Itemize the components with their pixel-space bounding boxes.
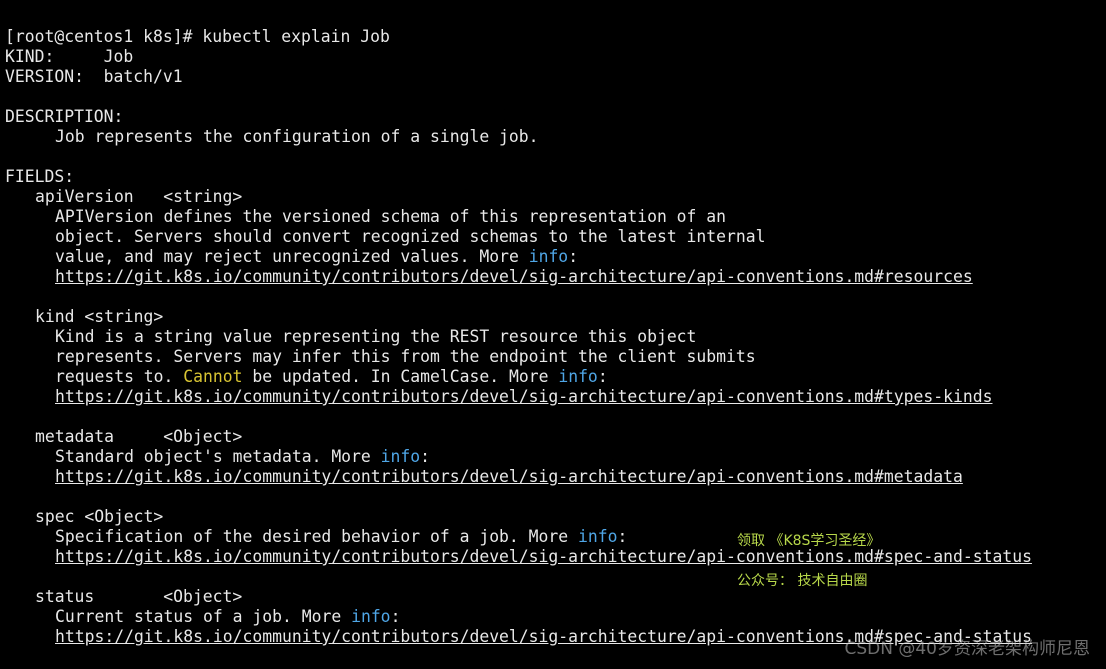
description-text: Job represents the configuration of a si… xyxy=(55,127,539,146)
info-keyword: info xyxy=(578,527,618,546)
field-apiversion-desc: object. Servers should convert recognize… xyxy=(55,227,766,246)
kind-line: KIND: Job xyxy=(5,47,134,66)
desc-text: Specification of the desired behavior of… xyxy=(55,527,519,546)
csdn-watermark: CSDN @40岁资深老架构师尼恩 xyxy=(844,639,1090,659)
promo-overlay-account: 公众号： 技术自由圈 xyxy=(737,573,868,589)
info-keyword: info xyxy=(380,447,421,466)
terminal-window[interactable]: [root@centos1 k8s]# kubectl explain Job … xyxy=(0,0,1106,669)
spec-and-status-link[interactable]: https://git.k8s.io/community/contributor… xyxy=(55,547,1032,566)
info-keyword: info xyxy=(528,247,569,266)
field-kind-desc: Kind is a string value representing the … xyxy=(55,327,697,346)
more-text: More xyxy=(508,367,549,386)
more-text: More xyxy=(479,247,519,266)
field-spec-header: spec <Object> xyxy=(35,507,164,526)
info-keyword: info xyxy=(351,607,391,626)
field-apiversion-header: apiVersion <string> xyxy=(35,187,243,206)
field-metadata-header: metadata <Object> xyxy=(35,427,243,446)
field-apiversion-desc: value, and may reject unrecognized value… xyxy=(55,247,579,266)
field-kind-url-line: https://git.k8s.io/community/contributor… xyxy=(0,387,1106,407)
promo-overlay-title: 领取 《K8S学习圣经》 xyxy=(737,533,881,549)
field-status-desc: Current status of a job. More info: xyxy=(55,607,401,626)
field-metadata-desc: Standard object's metadata. More info: xyxy=(55,447,431,466)
info-keyword: info xyxy=(558,367,598,386)
more-text: More xyxy=(331,447,371,466)
version-line: VERSION: batch/v1 xyxy=(5,67,183,86)
types-kinds-link[interactable]: https://git.k8s.io/community/contributor… xyxy=(55,387,992,406)
field-kind-desc: requests to. Cannot be updated. In Camel… xyxy=(55,367,608,386)
field-metadata-url-line: https://git.k8s.io/community/contributor… xyxy=(0,467,1106,487)
metadata-link[interactable]: https://git.k8s.io/community/contributor… xyxy=(55,467,963,486)
command-prompt: [root@centos1 k8s]# kubectl explain Job xyxy=(5,27,390,46)
desc-text: requests to. xyxy=(55,367,174,386)
fields-heading: FIELDS: xyxy=(5,167,75,186)
field-apiversion-url-line: https://git.k8s.io/community/contributor… xyxy=(0,267,1106,287)
field-kind-desc: represents. Servers may infer this from … xyxy=(55,347,756,366)
resources-link[interactable]: https://git.k8s.io/community/contributor… xyxy=(55,267,973,286)
field-kind-header: kind <string> xyxy=(35,307,164,326)
desc-text: be updated. In CamelCase. xyxy=(252,367,500,386)
field-spec-desc: Specification of the desired behavior of… xyxy=(55,527,628,546)
field-spec-url-line: https://git.k8s.io/community/contributor… xyxy=(0,547,1106,567)
desc-text: Current status of a job. xyxy=(55,607,292,626)
more-text: More xyxy=(301,607,342,626)
description-heading: DESCRIPTION: xyxy=(5,107,124,126)
desc-text: Standard object's metadata. xyxy=(55,447,322,466)
more-text: More xyxy=(528,527,569,546)
field-apiversion-desc: APIVersion defines the versioned schema … xyxy=(55,207,727,226)
cannot-keyword: Cannot xyxy=(183,367,243,386)
field-status-header: status <Object> xyxy=(35,587,243,606)
desc-text: value, and may reject unrecognized value… xyxy=(55,247,470,266)
